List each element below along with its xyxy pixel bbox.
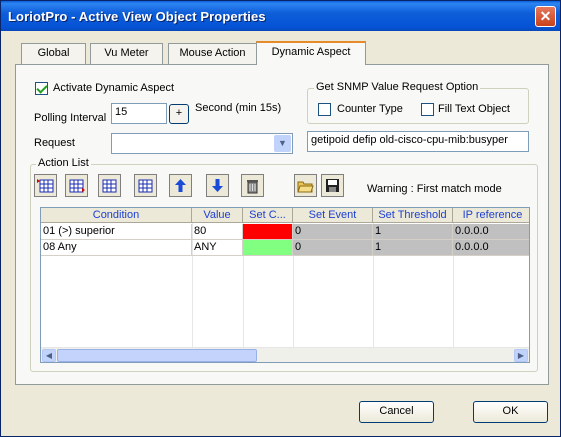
- save-button[interactable]: [321, 174, 344, 197]
- cell-event: 0: [293, 224, 373, 240]
- activate-dynamic-checkbox[interactable]: [35, 82, 48, 95]
- chevron-down-icon[interactable]: ▼: [274, 135, 291, 152]
- tab-dynamic-aspect[interactable]: Dynamic Aspect: [256, 41, 366, 65]
- table-row[interactable]: 08 Any ANY 0 1 0.0.0.0: [41, 240, 529, 256]
- cell-threshold: 1: [373, 240, 453, 256]
- edit-row-button[interactable]: [98, 174, 121, 197]
- column-header-set-threshold[interactable]: Set Threshold: [373, 208, 453, 223]
- polling-interval-label: Polling Interval: [34, 112, 107, 124]
- column-header-value[interactable]: Value: [192, 208, 243, 223]
- table-header: Condition Value Set C... Set Event Set T…: [41, 208, 529, 223]
- polling-increment-button[interactable]: +: [169, 104, 189, 124]
- cancel-label: Cancel: [379, 405, 414, 417]
- fill-text-label: Fill Text Object: [438, 103, 510, 115]
- scroll-right-icon[interactable]: ▶: [514, 349, 528, 362]
- polling-unit-label: Second (min 15s): [195, 102, 282, 114]
- tab-label: Mouse Action: [179, 47, 246, 59]
- delete-row-button[interactable]: [134, 174, 157, 197]
- move-down-button[interactable]: [206, 174, 229, 197]
- column-header-ip-reference[interactable]: IP reference: [453, 208, 529, 223]
- cell-value: ANY: [192, 240, 243, 256]
- table-row[interactable]: 01 (>) superior 80 0 1 0.0.0.0: [41, 224, 529, 240]
- column-header-set-color[interactable]: Set C...: [243, 208, 293, 223]
- table-insert-before-icon: [37, 179, 54, 193]
- action-list-label: Action List: [36, 157, 91, 169]
- cell-color-swatch[interactable]: [243, 240, 293, 256]
- title-bar[interactable]: LoriotPro - Active View Object Propertie…: [1, 1, 560, 31]
- table-delete-icon: [138, 179, 153, 193]
- floppy-disk-icon: [326, 179, 339, 192]
- column-header-set-event[interactable]: Set Event: [293, 208, 373, 223]
- activate-dynamic-label: Activate Dynamic Aspect: [53, 82, 175, 94]
- counter-type-label: Counter Type: [337, 103, 403, 115]
- cell-ip-reference: 0.0.0.0: [453, 240, 529, 256]
- table-edit-icon: [102, 179, 117, 193]
- column-header-condition[interactable]: Condition: [41, 208, 192, 223]
- action-list-table[interactable]: Condition Value Set C... Set Event Set T…: [40, 207, 530, 363]
- cancel-button[interactable]: Cancel: [359, 401, 434, 423]
- cell-event: 0: [293, 240, 373, 256]
- ok-button[interactable]: OK: [473, 401, 548, 423]
- arrow-down-icon: [212, 179, 223, 192]
- tab-label: Global: [37, 47, 70, 59]
- tab-label: Vu Meter: [104, 47, 149, 59]
- counter-type-checkbox[interactable]: [318, 103, 331, 116]
- cell-color-swatch[interactable]: [243, 224, 293, 240]
- request-dropdown[interactable]: ▼: [111, 133, 293, 154]
- cell-condition: 08 Any: [41, 240, 192, 256]
- arrow-up-icon: [175, 179, 186, 192]
- move-up-button[interactable]: [169, 174, 192, 197]
- tab-vu-meter[interactable]: Vu Meter: [90, 43, 163, 64]
- trash-icon: [247, 179, 258, 193]
- cell-ip-reference: 0.0.0.0: [453, 224, 529, 240]
- table-insert-after-icon: [69, 179, 85, 193]
- trash-button[interactable]: [241, 174, 264, 197]
- dialog-window: LoriotPro - Active View Object Propertie…: [0, 0, 561, 437]
- add-row-after-button[interactable]: [65, 174, 88, 197]
- scrollbar-thumb[interactable]: [57, 349, 257, 362]
- cell-condition: 01 (>) superior: [41, 224, 192, 240]
- folder-open-icon: [297, 181, 314, 192]
- polling-interval-input[interactable]: 15: [111, 103, 167, 124]
- fill-text-checkbox[interactable]: [421, 103, 434, 116]
- close-button[interactable]: ✕: [535, 6, 556, 27]
- request-text-field[interactable]: getipoid defip old-cisco-cpu-mib:busyper: [307, 131, 529, 152]
- tab-global[interactable]: Global: [21, 43, 86, 64]
- close-icon: ✕: [539, 8, 552, 24]
- open-button[interactable]: [294, 174, 317, 197]
- snmp-option-group-label: Get SNMP Value Request Option: [314, 81, 481, 93]
- ok-label: OK: [502, 405, 519, 417]
- tab-label: Dynamic Aspect: [271, 46, 351, 58]
- scroll-left-icon[interactable]: ◀: [42, 349, 56, 362]
- warning-text: Warning : First match mode: [367, 183, 502, 195]
- tab-mouse-action[interactable]: Mouse Action: [168, 43, 257, 64]
- horizontal-scrollbar[interactable]: ◀ ▶: [41, 347, 529, 362]
- cell-threshold: 1: [373, 224, 453, 240]
- cell-value: 80: [192, 224, 243, 240]
- request-label: Request: [34, 137, 75, 149]
- add-row-before-button[interactable]: [34, 174, 57, 197]
- window-title: LoriotPro - Active View Object Propertie…: [8, 9, 266, 24]
